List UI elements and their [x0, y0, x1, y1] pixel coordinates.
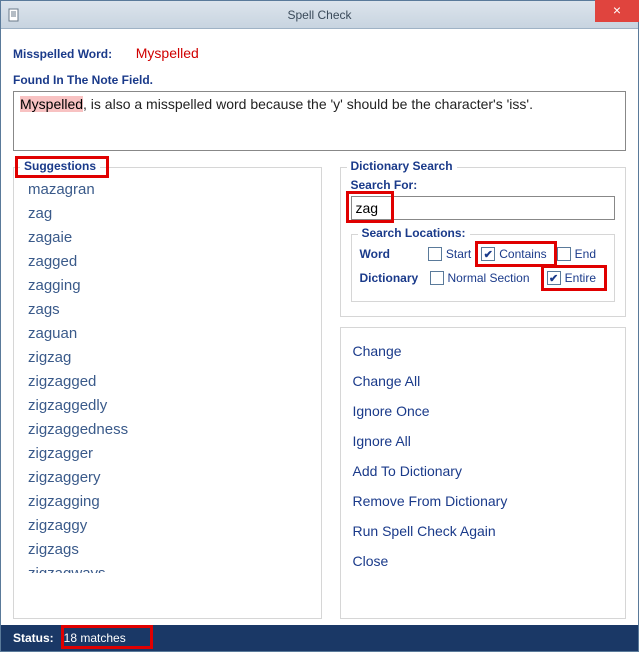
suggestion-item[interactable]: zigzaggedness — [28, 418, 311, 442]
search-for-label: Search For: — [351, 178, 616, 192]
close-icon: × — [613, 2, 621, 18]
search-input[interactable] — [351, 196, 616, 220]
suggestions-legend: Suggestions — [20, 159, 100, 173]
dictionary-search-legend: Dictionary Search — [347, 159, 457, 173]
suggestion-item[interactable]: zags — [28, 298, 311, 322]
suggestion-item[interactable]: zagging — [28, 274, 311, 298]
dictionary-label: Dictionary — [360, 271, 430, 285]
note-rest: , is also a misspelled word because the … — [83, 96, 533, 112]
contains-label: Contains — [499, 247, 546, 261]
close-action[interactable]: Close — [351, 546, 616, 576]
suggestion-item[interactable]: zigzagger — [28, 442, 311, 466]
start-checkbox[interactable]: Start — [428, 247, 471, 261]
right-column: Dictionary Search Search For: Search Loc… — [340, 167, 627, 619]
entire-label: Entire — [565, 271, 596, 285]
suggestion-item[interactable]: zigzagways — [28, 562, 311, 573]
change-all-action[interactable]: Change All — [351, 366, 616, 396]
main-columns: Suggestions mazagranzagzagaiezaggedzaggi… — [13, 167, 626, 619]
run-spell-check-again-action[interactable]: Run Spell Check Again — [351, 516, 616, 546]
end-label: End — [575, 247, 596, 261]
suggestion-item[interactable]: zaguan — [28, 322, 311, 346]
misspelled-value: Myspelled — [136, 45, 199, 61]
suggestion-item[interactable]: zag — [28, 202, 311, 226]
suggestion-item[interactable]: zigzag — [28, 346, 311, 370]
suggestion-item[interactable]: zigzags — [28, 538, 311, 562]
status-value: 18 matches — [64, 631, 126, 645]
add-to-dictionary-action[interactable]: Add To Dictionary — [351, 456, 616, 486]
checkbox-icon: ✔ — [481, 247, 495, 261]
ignore-once-action[interactable]: Ignore Once — [351, 396, 616, 426]
note-highlight: Myspelled — [20, 96, 83, 112]
search-locations-panel: Search Locations: Word Start ✔Contains E… — [351, 234, 616, 302]
end-checkbox[interactable]: End — [557, 247, 596, 261]
suggestion-item[interactable]: zigzagging — [28, 490, 311, 514]
actions-panel: Change Change All Ignore Once Ignore All… — [340, 327, 627, 619]
word-label: Word — [360, 247, 428, 261]
change-action[interactable]: Change — [351, 336, 616, 366]
misspelled-row: Misspelled Word: Myspelled — [13, 45, 626, 61]
entire-checkbox[interactable]: ✔ Entire — [547, 271, 596, 285]
word-row: Word Start ✔ Contains End — [360, 247, 607, 261]
suggestion-item[interactable]: zigzaggy — [28, 514, 311, 538]
dictionary-search-panel: Dictionary Search Search For: Search Loc… — [340, 167, 627, 317]
document-icon — [7, 8, 21, 22]
suggestions-panel: Suggestions mazagranzagzagaiezaggedzaggi… — [13, 167, 322, 619]
checkbox-icon — [430, 271, 444, 285]
checkbox-icon — [428, 247, 442, 261]
contains-checkbox[interactable]: ✔ Contains — [481, 247, 546, 261]
start-label: Start — [446, 247, 471, 261]
suggestion-item[interactable]: zigzagged — [28, 370, 311, 394]
suggestion-item[interactable]: zagged — [28, 250, 311, 274]
suggestion-item[interactable]: mazagran — [28, 178, 311, 202]
suggestion-item[interactable]: zigzaggery — [28, 466, 311, 490]
statusbar: Status: 18 matches — [1, 625, 638, 651]
suggestion-item[interactable]: zigzaggedly — [28, 394, 311, 418]
status-label: Status: — [13, 631, 54, 645]
found-in-label: Found In The Note Field. — [13, 73, 626, 87]
suggestion-item[interactable]: zagaie — [28, 226, 311, 250]
normal-section-checkbox[interactable]: Normal Section — [430, 271, 530, 285]
remove-from-dictionary-action[interactable]: Remove From Dictionary — [351, 486, 616, 516]
search-locations-legend: Search Locations: — [358, 226, 470, 240]
note-field[interactable]: Myspelled, is also a misspelled word bec… — [13, 91, 626, 151]
checkbox-icon — [557, 247, 571, 261]
dictionary-row: Dictionary Normal Section ✔ Entire — [360, 271, 607, 285]
checkbox-icon: ✔ — [547, 271, 561, 285]
titlebar: Spell Check × — [1, 1, 638, 29]
close-button[interactable]: × — [595, 0, 639, 22]
suggestions-list[interactable]: mazagranzagzagaiezaggedzaggingzagszaguan… — [24, 178, 311, 573]
content-area: Misspelled Word: Myspelled Found In The … — [1, 29, 638, 625]
ignore-all-action[interactable]: Ignore All — [351, 426, 616, 456]
misspelled-label: Misspelled Word: — [13, 47, 112, 61]
window-title: Spell Check — [287, 8, 351, 22]
normal-section-label: Normal Section — [448, 271, 530, 285]
